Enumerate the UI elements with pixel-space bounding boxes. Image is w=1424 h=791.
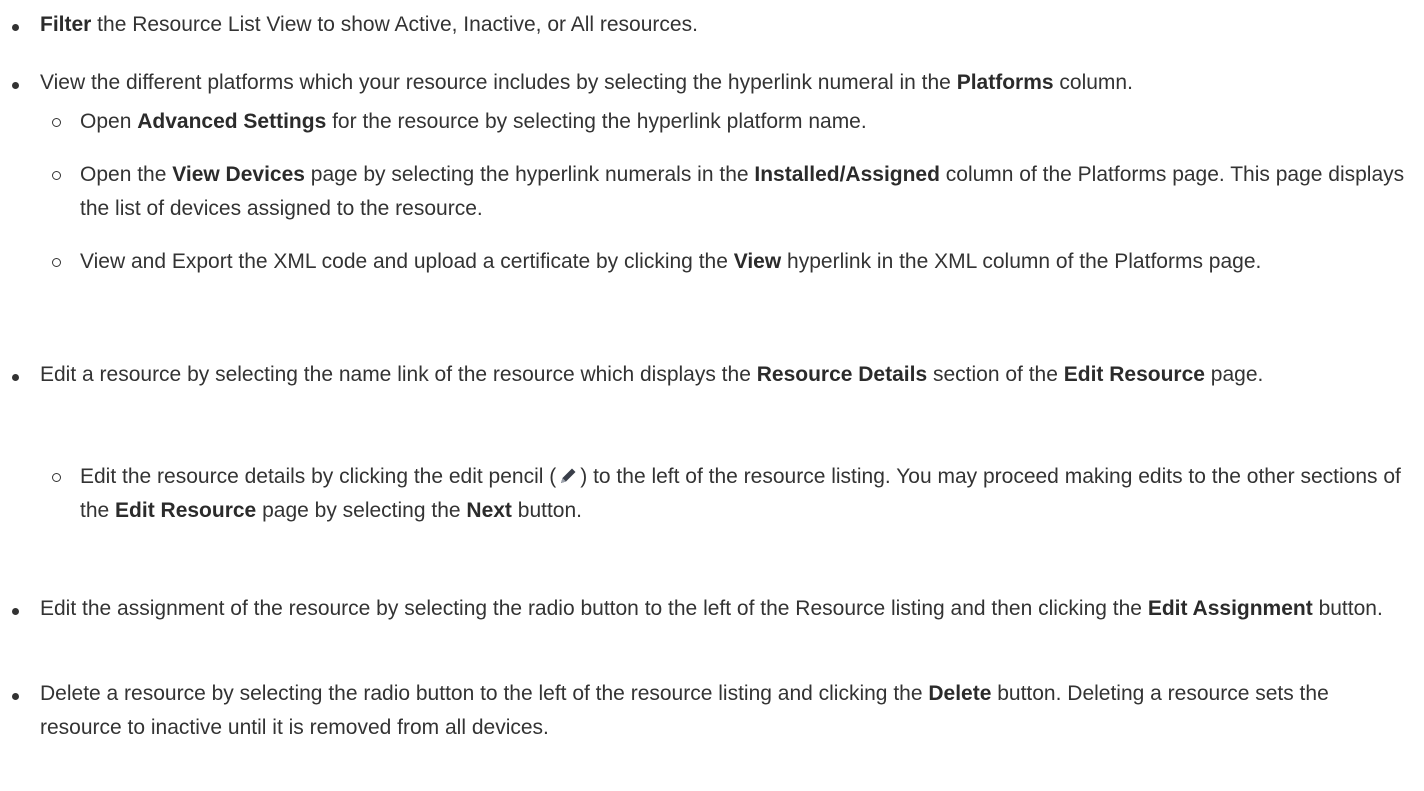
text-run: Open the	[80, 163, 173, 186]
sub-list-item-text: Edit the resource details by clicking th…	[80, 460, 1410, 528]
text-run: page by selecting the	[256, 499, 467, 522]
list-item-text: View the different platforms which your …	[40, 66, 1410, 100]
bold-term: Filter	[40, 13, 92, 36]
text-run: Open	[80, 110, 138, 133]
list-item: View the different platforms which your …	[0, 66, 1424, 279]
sub-list-item: Open Advanced Settings for the resource …	[40, 105, 1424, 139]
sub-list-item-text: View and Export the XML code and upload …	[80, 245, 1410, 279]
sub-list-item-text: Open the View Devices page by selecting …	[80, 158, 1410, 226]
text-run: View the different platforms which your …	[40, 71, 957, 94]
bold-term: Edit Resource	[1063, 363, 1205, 386]
nested-list: Open Advanced Settings for the resource …	[40, 105, 1424, 279]
text-run: Edit a resource by selecting the name li…	[40, 363, 757, 386]
bold-term: Next	[466, 499, 512, 522]
sub-list-item: Open the View Devices page by selecting …	[40, 158, 1424, 226]
text-run: Edit the resource details by clicking th…	[80, 465, 557, 488]
text-run: for the resource by selecting the hyperl…	[326, 110, 867, 133]
text-run: column.	[1053, 71, 1133, 94]
pencil-icon	[561, 468, 576, 483]
text-run: Delete a resource by selecting the radio…	[40, 682, 929, 705]
text-run: button.	[511, 499, 582, 522]
text-run: button.	[1312, 597, 1383, 620]
bold-term: Delete	[928, 682, 992, 705]
bold-term: Platforms	[956, 71, 1054, 94]
bold-term: Edit Resource	[115, 499, 257, 522]
document-body: Filter the Resource List View to show Ac…	[0, 8, 1424, 745]
sub-list-item: Edit the resource details by clicking th…	[40, 460, 1424, 528]
text-run: the Resource List View to show Active, I…	[91, 13, 698, 36]
bold-term: Advanced Settings	[137, 110, 327, 133]
list-item: Edit the assignment of the resource by s…	[0, 592, 1424, 626]
bold-term: Resource Details	[756, 363, 928, 386]
nested-list: Edit the resource details by clicking th…	[40, 460, 1424, 528]
list-item-text: Filter the Resource List View to show Ac…	[40, 8, 1410, 42]
text-run: hyperlink in the XML column of the Platf…	[781, 250, 1262, 273]
list-item: Edit a resource by selecting the name li…	[0, 358, 1424, 528]
bullet-list: Filter the Resource List View to show Ac…	[0, 8, 1424, 745]
sub-list-item-text: Open Advanced Settings for the resource …	[80, 105, 1410, 139]
text-run: page.	[1204, 363, 1264, 386]
bold-term: View	[733, 250, 782, 273]
text-run: View and Export the XML code and upload …	[80, 250, 734, 273]
text-run: Edit the assignment of the resource by s…	[40, 597, 1148, 620]
list-item-text: Delete a resource by selecting the radio…	[40, 677, 1410, 745]
list-item: Filter the Resource List View to show Ac…	[0, 8, 1424, 42]
bold-term: Edit Assignment	[1147, 597, 1313, 620]
bold-term: Installed/Assigned	[754, 163, 940, 186]
sub-list-item: View and Export the XML code and upload …	[40, 245, 1424, 279]
list-item: Delete a resource by selecting the radio…	[0, 677, 1424, 745]
list-item-text: Edit the assignment of the resource by s…	[40, 592, 1410, 626]
list-item-text: Edit a resource by selecting the name li…	[40, 358, 1410, 392]
text-run: section of the	[927, 363, 1064, 386]
bold-term: View Devices	[172, 163, 305, 186]
text-run: page by selecting the hyperlink numerals…	[304, 163, 755, 186]
